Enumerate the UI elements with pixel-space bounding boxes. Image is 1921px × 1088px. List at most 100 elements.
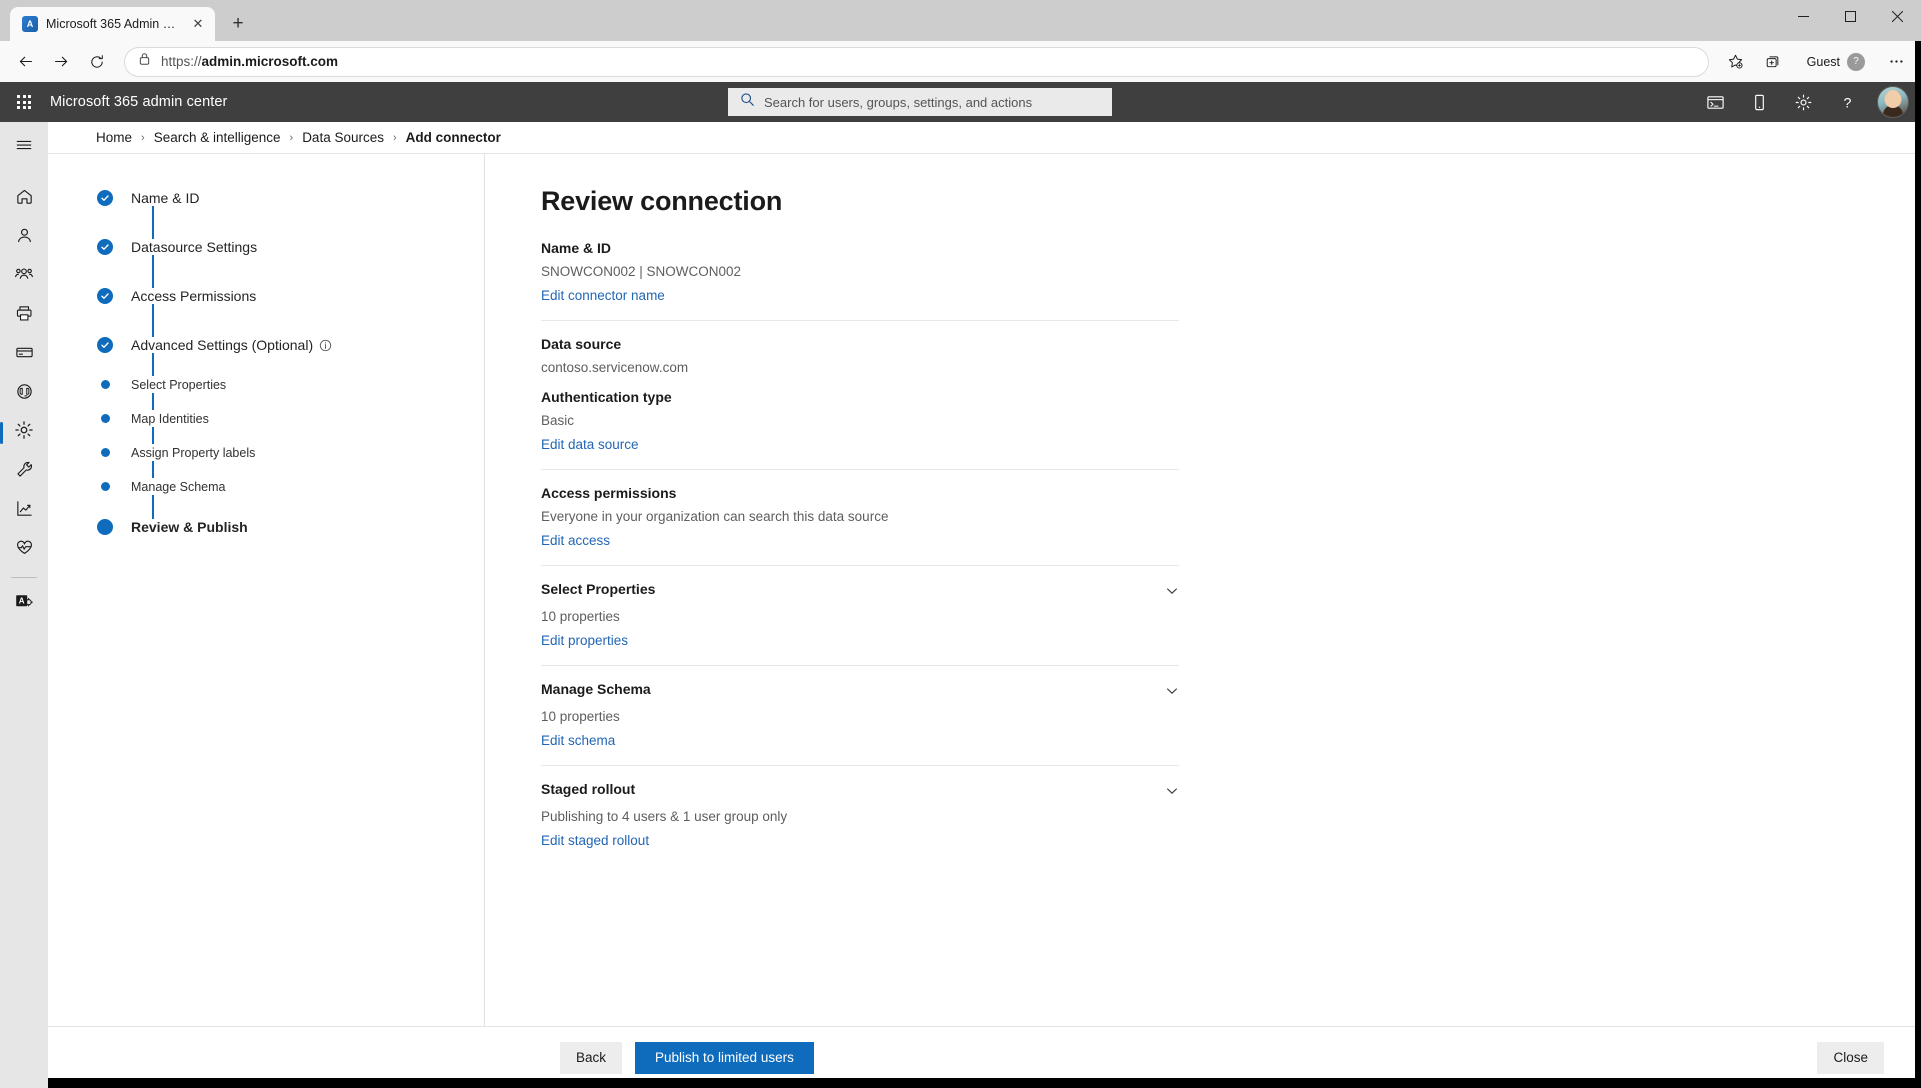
step-connector bbox=[152, 393, 154, 410]
review-panel: Review connection Name & ID SNOWCON002 |… bbox=[485, 154, 1921, 1026]
wizard-step-datasource-settings[interactable]: Datasource Settings bbox=[96, 239, 484, 255]
sidebar-item-hamburger-menu[interactable] bbox=[0, 128, 48, 167]
profile-button[interactable]: Guest ? bbox=[1795, 47, 1875, 77]
printer-icon bbox=[15, 304, 34, 328]
sidebar-item-users[interactable] bbox=[0, 218, 48, 257]
step-dot-icon bbox=[96, 478, 114, 491]
wizard-step-label: Datasource Settings bbox=[131, 239, 258, 255]
sidebar-item-support[interactable] bbox=[0, 374, 48, 413]
main-content: Home › Search & intelligence › Data Sour… bbox=[48, 122, 1921, 1088]
svg-text:?: ? bbox=[1843, 95, 1851, 111]
step-complete-icon bbox=[96, 190, 114, 206]
forward-icon[interactable] bbox=[44, 45, 78, 79]
close-button[interactable]: Close bbox=[1817, 1041, 1884, 1074]
hamburger-icon bbox=[15, 136, 33, 159]
m365-admin-favicon: A bbox=[22, 16, 38, 32]
chart-line-icon bbox=[15, 499, 34, 523]
sidebar-item-health[interactable] bbox=[0, 530, 48, 569]
sidebar-item-settings[interactable] bbox=[0, 413, 48, 452]
browser-tab[interactable]: A Microsoft 365 Admin Center ✕ bbox=[10, 7, 215, 41]
chevron-right-icon: › bbox=[392, 131, 397, 144]
gear-icon[interactable] bbox=[1783, 82, 1823, 122]
chevron-down-icon[interactable] bbox=[1162, 681, 1182, 701]
wizard-step-advanced-settings[interactable]: Advanced Settings (Optional) bbox=[96, 337, 484, 353]
step-dot-icon bbox=[96, 376, 114, 389]
home-icon bbox=[15, 187, 34, 211]
step-connector bbox=[152, 461, 154, 478]
chevron-down-icon[interactable] bbox=[1162, 581, 1182, 601]
section-title: Access permissions bbox=[541, 485, 677, 501]
sidebar-item-reports[interactable] bbox=[0, 491, 48, 530]
sidebar-item-home[interactable] bbox=[0, 179, 48, 218]
edit-connector-name-link[interactable]: Edit connector name bbox=[541, 288, 665, 303]
window-controls bbox=[1780, 0, 1921, 41]
user-icon bbox=[15, 226, 34, 250]
info-icon[interactable] bbox=[319, 339, 332, 352]
people-icon bbox=[14, 264, 34, 289]
step-dot-icon bbox=[96, 444, 114, 457]
new-tab-button[interactable]: + bbox=[223, 9, 253, 39]
console-icon[interactable] bbox=[1695, 82, 1735, 122]
section-value: contoso.servicenow.com bbox=[541, 360, 689, 375]
wizard-step-review-publish[interactable]: Review & Publish bbox=[96, 519, 484, 535]
close-icon[interactable]: ✕ bbox=[189, 15, 207, 33]
page-title: Review connection bbox=[541, 186, 783, 216]
sidebar-item-teams-groups[interactable] bbox=[0, 257, 48, 296]
address-bar[interactable]: https://admin.microsoft.com bbox=[124, 46, 1709, 77]
wizard-step-assign-property-labels[interactable]: Assign Property labels bbox=[96, 444, 484, 461]
section-name-id: Name & ID SNOWCON002 | SNOWCON002 Edit c… bbox=[541, 240, 1179, 320]
back-icon[interactable] bbox=[8, 45, 42, 79]
wizard-step-manage-schema[interactable]: Manage Schema bbox=[96, 478, 484, 495]
edit-staged-rollout-link[interactable]: Edit staged rollout bbox=[541, 833, 649, 848]
close-icon[interactable] bbox=[1874, 0, 1921, 33]
section-title: Staged rollout bbox=[541, 781, 636, 797]
breadcrumb-item-home[interactable]: Home bbox=[96, 130, 132, 145]
wizard-step-select-properties[interactable]: Select Properties bbox=[96, 376, 484, 393]
edit-data-source-link[interactable]: Edit data source bbox=[541, 437, 639, 452]
wizard-steps: Name & ID Datasource Settings Access Per… bbox=[48, 154, 484, 1026]
breadcrumb-item-search-intelligence[interactable]: Search & intelligence bbox=[154, 130, 281, 145]
breadcrumb-item-data-sources[interactable]: Data Sources bbox=[302, 130, 384, 145]
app-launcher-icon[interactable] bbox=[0, 82, 48, 122]
rail-divider bbox=[11, 577, 37, 578]
app-body: A Home › Search & intelligence › Data So… bbox=[0, 122, 1921, 1088]
favorite-icon[interactable] bbox=[1719, 45, 1753, 79]
step-complete-icon bbox=[96, 337, 114, 353]
wizard-step-map-identities[interactable]: Map Identities bbox=[96, 410, 484, 427]
wrench-icon bbox=[15, 460, 34, 484]
breadcrumb-current: Add connector bbox=[405, 130, 501, 145]
section-title: Manage Schema bbox=[541, 681, 651, 697]
user-avatar[interactable] bbox=[1877, 86, 1909, 118]
wizard-step-name-id[interactable]: Name & ID bbox=[96, 190, 484, 206]
wizard-step-label: Access Permissions bbox=[131, 288, 257, 304]
maximize-icon[interactable] bbox=[1827, 0, 1874, 33]
search-input[interactable]: Search for users, groups, settings, and … bbox=[728, 88, 1112, 116]
back-button[interactable]: Back bbox=[560, 1041, 623, 1074]
edit-properties-link[interactable]: Edit properties bbox=[541, 633, 628, 648]
sidebar-item-billing[interactable] bbox=[0, 335, 48, 374]
wizard-step-label: Manage Schema bbox=[131, 480, 226, 494]
refresh-icon[interactable] bbox=[80, 45, 114, 79]
settings-more-icon[interactable] bbox=[1879, 45, 1913, 79]
edit-access-link[interactable]: Edit access bbox=[541, 533, 610, 548]
help-icon[interactable]: ? bbox=[1827, 82, 1867, 122]
wizard-step-label: Review & Publish bbox=[131, 519, 248, 535]
sidebar-item-admin-centers[interactable]: A bbox=[0, 584, 48, 623]
minimize-icon[interactable] bbox=[1780, 0, 1827, 33]
sidebar-item-devices[interactable] bbox=[0, 296, 48, 335]
section-select-properties: Select Properties 10 properties Edit pro… bbox=[541, 565, 1179, 665]
section-title: Data source bbox=[541, 336, 622, 352]
edit-schema-link[interactable]: Edit schema bbox=[541, 733, 615, 748]
wizard-step-access-permissions[interactable]: Access Permissions bbox=[96, 288, 484, 304]
collections-icon[interactable] bbox=[1757, 45, 1791, 79]
wizard-step-label: Map Identities bbox=[131, 412, 209, 426]
search-placeholder: Search for users, groups, settings, and … bbox=[764, 94, 1033, 110]
chevron-down-icon[interactable] bbox=[1162, 781, 1182, 801]
publish-to-limited-users-button[interactable]: Publish to limited users bbox=[635, 1041, 814, 1074]
sidebar-item-setup[interactable] bbox=[0, 452, 48, 491]
section-title: Select Properties bbox=[541, 581, 656, 597]
chevron-right-icon: › bbox=[141, 131, 145, 144]
mobile-device-icon[interactable] bbox=[1739, 82, 1779, 122]
step-current-icon bbox=[96, 519, 114, 535]
bottom-edge bbox=[48, 1078, 1921, 1088]
